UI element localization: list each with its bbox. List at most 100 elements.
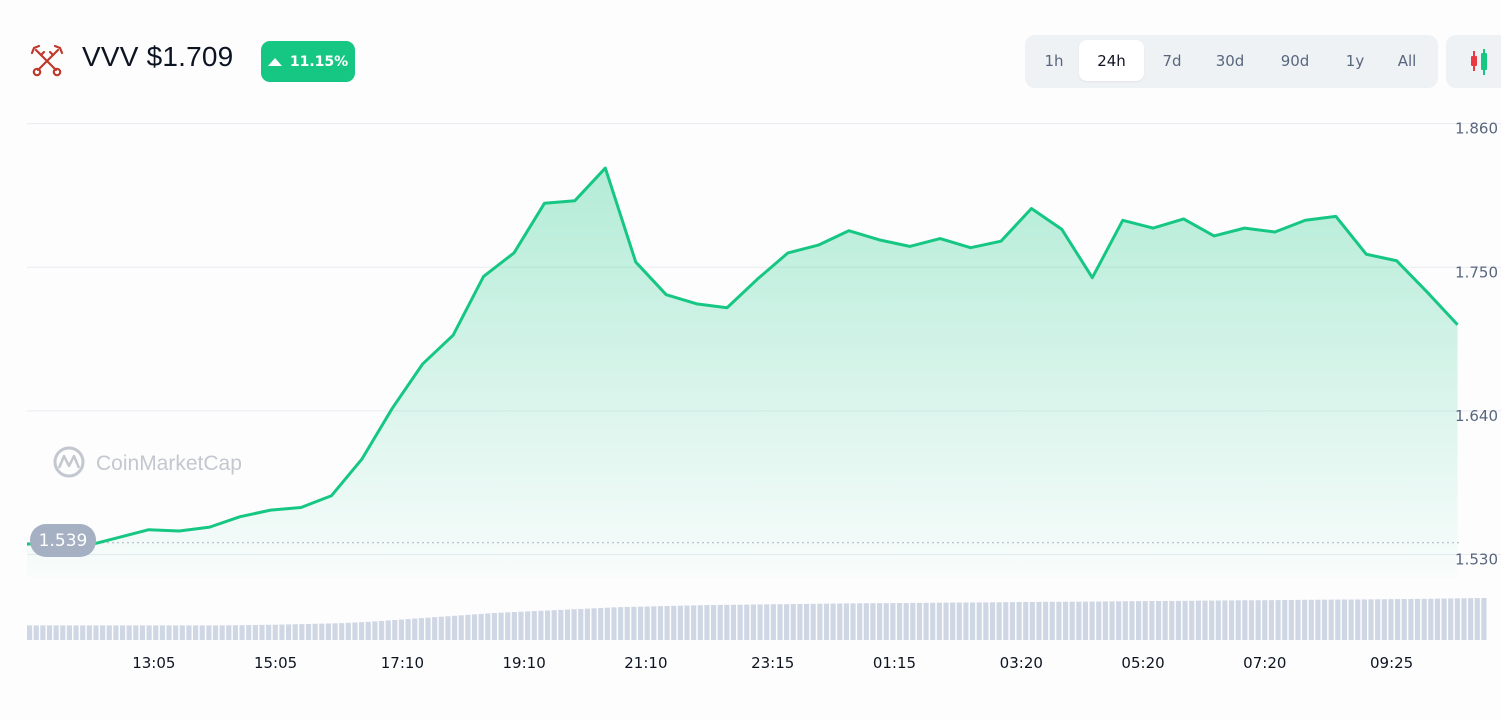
tab-1h[interactable]: 1h bbox=[1035, 40, 1073, 81]
volume-bar bbox=[1355, 599, 1361, 640]
volume-bar bbox=[1395, 599, 1401, 640]
watermark: CoinMarketCap bbox=[53, 446, 242, 478]
volume-bar bbox=[1162, 600, 1168, 640]
volume-bar bbox=[930, 602, 936, 640]
volume-bar bbox=[544, 610, 551, 640]
volume-bar bbox=[166, 625, 172, 640]
volume-bar bbox=[637, 606, 644, 640]
chart-type-toggle[interactable] bbox=[1446, 35, 1501, 88]
volume-bar bbox=[989, 602, 996, 640]
volume-bar bbox=[226, 625, 232, 640]
x-tick-label: 21:10 bbox=[624, 654, 667, 672]
volume-bar bbox=[910, 602, 916, 640]
open-price-pill: 1.539 bbox=[30, 524, 96, 557]
volume-bar bbox=[551, 610, 557, 640]
volume-bar bbox=[657, 606, 664, 640]
volume-bar bbox=[837, 603, 843, 640]
volume-bar bbox=[1328, 599, 1334, 640]
volume-bar bbox=[890, 603, 896, 640]
volume-bar bbox=[100, 625, 106, 640]
tab-1y[interactable]: 1y bbox=[1337, 40, 1373, 81]
volume-bar bbox=[252, 624, 258, 640]
x-tick-label: 07:20 bbox=[1243, 654, 1286, 672]
volume-bar bbox=[1149, 601, 1155, 640]
volume-bar bbox=[1368, 599, 1374, 640]
tab-30d[interactable]: 30d bbox=[1205, 40, 1255, 81]
volume-bar bbox=[1056, 601, 1062, 640]
tab-7d[interactable]: 7d bbox=[1151, 40, 1193, 81]
volume-bar bbox=[1102, 601, 1108, 640]
tab-all[interactable]: All bbox=[1387, 40, 1427, 81]
volume-bar bbox=[1315, 599, 1321, 640]
volume-bar bbox=[279, 624, 285, 640]
volume-bar bbox=[624, 606, 630, 640]
volume-bar bbox=[717, 604, 723, 640]
volume-bar bbox=[1421, 598, 1427, 640]
volume-bar bbox=[1361, 599, 1367, 640]
volume-bar bbox=[644, 606, 650, 640]
volume-bar bbox=[863, 603, 869, 640]
volume-bar bbox=[1069, 601, 1075, 640]
volume-bar bbox=[1209, 600, 1215, 640]
volume-bar bbox=[817, 603, 823, 640]
volume-bar bbox=[983, 602, 989, 640]
volume-bar bbox=[1375, 599, 1381, 640]
volume-bar bbox=[1215, 600, 1221, 640]
volume-bar bbox=[1268, 600, 1274, 640]
volume-bar bbox=[823, 603, 830, 640]
volume-bar bbox=[724, 604, 730, 640]
volume-bar bbox=[943, 602, 949, 640]
volume-bar bbox=[790, 604, 796, 640]
volume-bar bbox=[1049, 601, 1055, 640]
volume-bar bbox=[232, 625, 239, 640]
tab-24h[interactable]: 24h bbox=[1079, 40, 1144, 81]
volume-bar bbox=[1341, 599, 1348, 640]
volume-bar bbox=[385, 620, 391, 640]
volume-bar bbox=[538, 610, 544, 640]
volume-bar bbox=[146, 625, 152, 640]
volume-bar bbox=[471, 614, 478, 640]
volume-bar bbox=[378, 620, 385, 640]
volume-bar bbox=[33, 625, 39, 640]
volume-bar bbox=[611, 607, 617, 640]
volume-bar bbox=[272, 624, 278, 640]
volume-bar bbox=[53, 625, 59, 640]
volume-bar bbox=[312, 623, 318, 640]
volume-bar bbox=[684, 605, 690, 640]
volume-bar bbox=[525, 611, 531, 640]
volume-bar bbox=[770, 604, 776, 640]
volume-bar bbox=[412, 618, 418, 640]
volume-bar bbox=[1414, 598, 1421, 640]
price-chart[interactable]: CoinMarketCap 1.860 1.750 1.640 1.530 13:05 1… bbox=[0, 0, 1501, 720]
volume-bar bbox=[744, 604, 750, 640]
volume-bar bbox=[916, 602, 923, 640]
volume-bar bbox=[66, 625, 72, 640]
volume-bar bbox=[730, 604, 737, 640]
x-tick-label: 01:15 bbox=[873, 654, 916, 672]
volume-bar bbox=[1169, 600, 1175, 640]
volume-bar bbox=[518, 611, 524, 640]
volume-bar bbox=[764, 604, 770, 640]
volume-bar bbox=[60, 625, 66, 640]
volume-bar bbox=[1481, 598, 1487, 640]
volume-bar bbox=[664, 606, 670, 640]
volume-bar bbox=[418, 618, 424, 640]
volume-bar bbox=[830, 603, 836, 640]
volume-bar bbox=[458, 615, 464, 640]
volume-bar bbox=[877, 603, 883, 640]
volume-bar bbox=[73, 625, 79, 640]
volume-bar bbox=[564, 609, 571, 640]
volume-bar bbox=[80, 625, 86, 640]
tab-90d[interactable]: 90d bbox=[1269, 40, 1321, 81]
volume-bar bbox=[784, 604, 790, 640]
volume-bar bbox=[485, 613, 491, 640]
volume-bar bbox=[1082, 601, 1089, 640]
volume-bar bbox=[691, 605, 697, 640]
volume-bar bbox=[578, 608, 584, 640]
price-change-value: 11.15% bbox=[289, 53, 349, 70]
volume-bar bbox=[571, 609, 577, 640]
volume-bar bbox=[1248, 600, 1255, 640]
volume-bar bbox=[671, 605, 677, 640]
volume-bar bbox=[1229, 600, 1235, 640]
volume-bar bbox=[1109, 601, 1115, 640]
